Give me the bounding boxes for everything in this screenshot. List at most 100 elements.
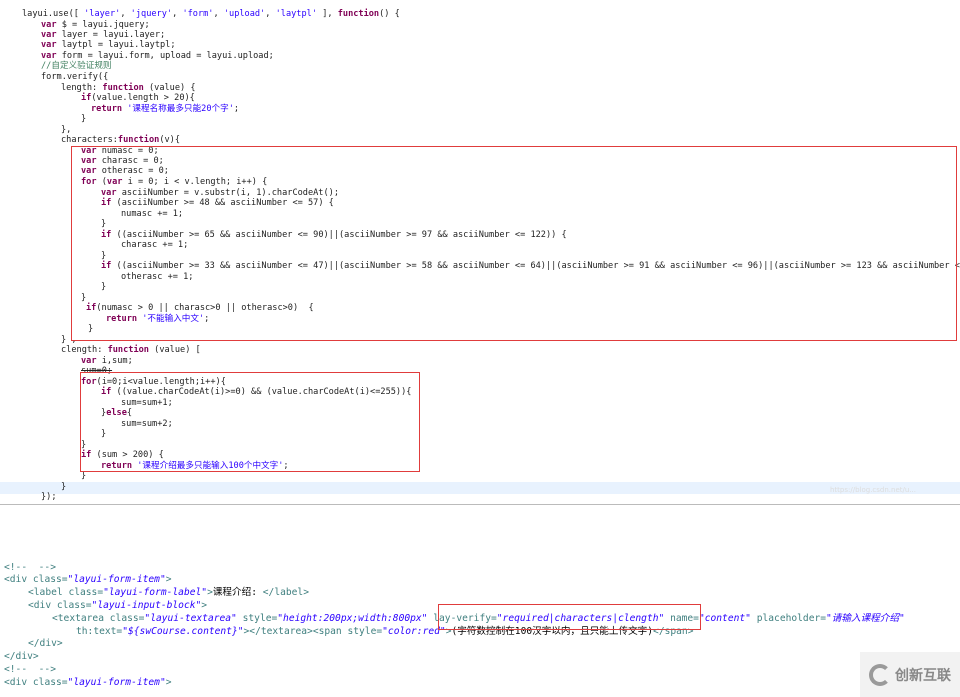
- code-token: "请输入课程介绍": [826, 613, 905, 624]
- code-token: form = layui.form, upload = layui.upload…: [56, 51, 274, 61]
- code-token: "layui-form-item": [67, 574, 166, 585]
- code-token: layer = layui.layer;: [56, 30, 166, 40]
- code-token: form.verify({: [41, 72, 109, 82]
- code-line: if(value.length > 20){: [81, 93, 195, 103]
- code-token: var: [41, 20, 57, 30]
- code-line: layui.use([ 'layer', 'jquery', 'form', '…: [22, 9, 400, 19]
- code-token: return: [91, 104, 123, 114]
- code-token: }: [61, 482, 67, 492]
- highlight-box-lay-verify: [438, 604, 701, 630]
- code-token: var: [81, 356, 97, 366]
- logo-text: 创新互联: [895, 667, 951, 684]
- code-line: <div class="layui-form-item">: [4, 677, 172, 689]
- code-token: class=: [109, 613, 145, 624]
- code-token: });: [41, 492, 57, 502]
- code-token: '课程名称最多只能20个字': [127, 104, 234, 114]
- code-token: ;: [233, 104, 240, 114]
- code-token: <label: [28, 587, 69, 598]
- code-token: style=: [236, 613, 278, 624]
- code-token: >: [201, 600, 208, 611]
- code-token: class=: [32, 677, 68, 688]
- code-token: //自定义验证规则: [41, 61, 112, 71]
- code-token: 'upload': [223, 9, 266, 19]
- code-token: }: [81, 471, 87, 481]
- code-token: 课程介绍:: [212, 587, 263, 598]
- code-token: },: [61, 125, 72, 135]
- code-token: if: [81, 93, 92, 103]
- code-line: }: [81, 471, 86, 481]
- watermark: https://blog.csdn.net/u...: [830, 486, 916, 494]
- code-token: >: [165, 574, 172, 585]
- code-line: <div class="layui-form-item">: [4, 574, 172, 586]
- code-token: class=: [56, 600, 92, 611]
- code-token: ],: [317, 9, 338, 19]
- code-token: "layui-form-item": [67, 677, 166, 688]
- code-line: return '课程名称最多只能20个字';: [91, 104, 239, 114]
- code-token: (value) [: [148, 345, 201, 355]
- code-line: }: [81, 114, 86, 124]
- code-token: <div: [4, 677, 33, 688]
- code-line: length: function (value) {: [61, 83, 196, 93]
- code-token: "content": [698, 613, 751, 624]
- code-token: <!-- -->: [4, 562, 56, 573]
- code-token: <div: [28, 600, 57, 611]
- code-line: var laytpl = layui.laytpl;: [41, 40, 176, 50]
- code-token: laytpl = layui.laytpl;: [56, 40, 176, 50]
- code-token: <textarea: [52, 613, 110, 624]
- code-token: <div: [4, 574, 33, 585]
- brand-logo: 创新互联: [860, 652, 960, 697]
- code-token: var: [41, 30, 57, 40]
- highlight-box-clength: [80, 372, 420, 472]
- code-token: th:text=: [76, 626, 123, 637]
- code-line: }: [61, 482, 66, 492]
- code-token: clength:: [61, 345, 108, 355]
- code-token: characters:: [61, 135, 118, 145]
- code-line: //自定义验证规则: [41, 61, 112, 71]
- code-token: "height:200px;width:800px": [277, 613, 428, 624]
- code-token: class=: [68, 587, 104, 598]
- code-token: </div>: [28, 638, 63, 649]
- code-line: form.verify({: [41, 72, 108, 82]
- code-line: <label class="layui-form-label">课程介绍: </…: [28, 587, 309, 599]
- code-line: var form = layui.form, upload = layui.up…: [41, 51, 274, 61]
- code-token: ,: [265, 9, 276, 19]
- code-token: 'form': [182, 9, 214, 19]
- code-token: function: [117, 135, 160, 145]
- code-line: var $ = layui.jquery;: [41, 20, 150, 30]
- code-line: characters:function(v){: [61, 135, 180, 145]
- code-token: 'laytpl': [275, 9, 318, 19]
- code-token: ,: [213, 9, 224, 19]
- code-line: });: [41, 492, 57, 502]
- code-token: function: [107, 345, 149, 355]
- code-line: var layer = layui.layer;: [41, 30, 165, 40]
- code-token: style=: [347, 626, 383, 637]
- code-token: 'jquery': [130, 9, 173, 19]
- code-token: </label>: [262, 587, 309, 598]
- logo-icon: [869, 663, 891, 686]
- code-token: ,: [120, 9, 131, 19]
- code-token: "${swCourse.content}": [122, 626, 244, 637]
- code-token: "color:red": [382, 626, 446, 637]
- code-token: $ = layui.jquery;: [56, 20, 150, 30]
- editor-divider[interactable]: [0, 504, 960, 505]
- code-token: (v){: [159, 135, 181, 145]
- code-token: (value.length > 20){: [91, 93, 195, 103]
- code-token: i,sum;: [96, 356, 133, 366]
- code-token: <!-- -->: [4, 664, 56, 675]
- code-token: () {: [379, 9, 400, 19]
- code-line: },: [61, 125, 71, 135]
- code-token: </div>: [4, 651, 39, 662]
- code-line: clength: function (value) [: [61, 345, 201, 355]
- code-token: "layui-input-block": [91, 600, 202, 611]
- code-token: function: [102, 83, 144, 93]
- code-token: class=: [32, 574, 68, 585]
- code-token: "layui-form-label": [103, 587, 208, 598]
- code-token: 'layer': [84, 9, 121, 19]
- code-token: ,: [172, 9, 183, 19]
- code-token: var: [41, 40, 57, 50]
- code-line: <!-- -->: [4, 664, 56, 676]
- code-token: }: [81, 114, 87, 124]
- code-token: "layui-textarea": [144, 613, 237, 624]
- code-line: </div>: [28, 638, 63, 650]
- code-line: <div class="layui-input-block">: [28, 600, 207, 612]
